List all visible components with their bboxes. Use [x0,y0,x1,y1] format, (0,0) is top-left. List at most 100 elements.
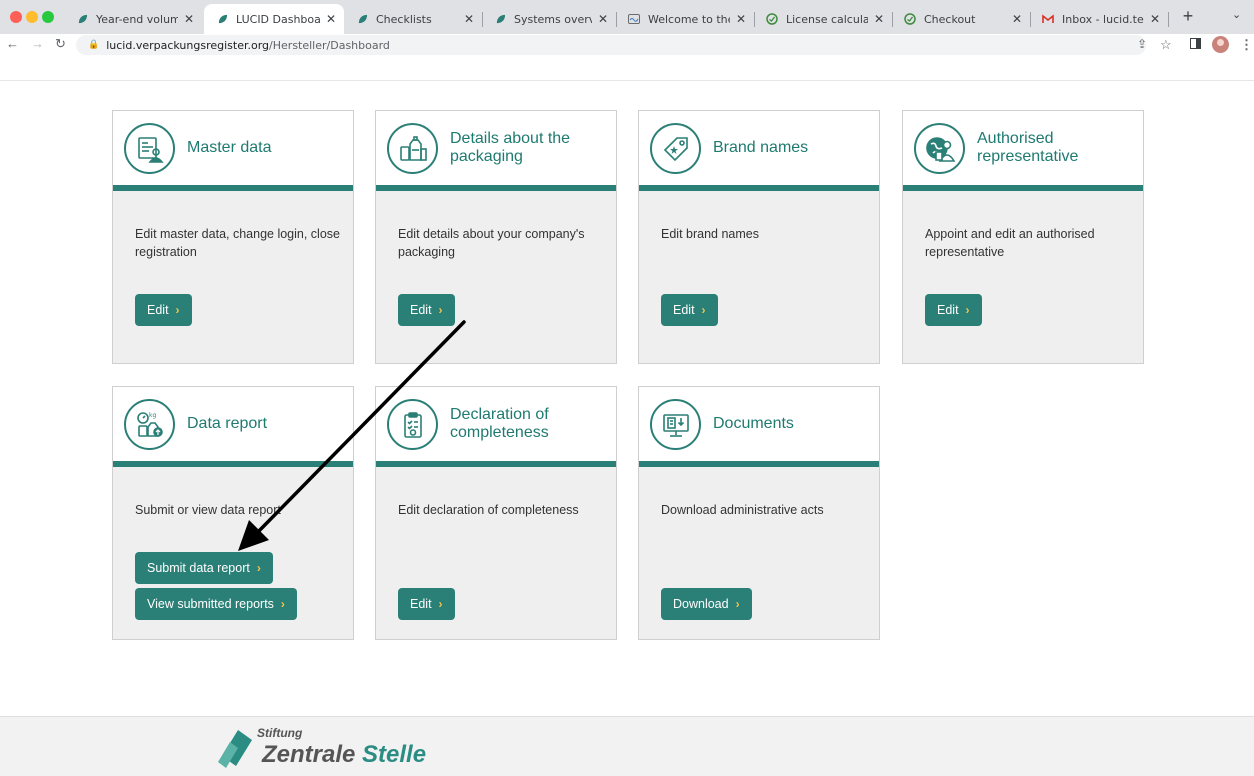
wave-icon [628,13,640,25]
reload-icon[interactable]: ↻ [55,36,66,52]
lucid-leaf-icon [76,13,88,25]
url-host: lucid.verpackungsregister.org [106,38,270,52]
card-data-report: kg Data report Submit or view data repor… [112,386,354,640]
side-panel-icon[interactable] [1190,37,1201,52]
chevron-right-icon: › [438,303,443,317]
close-tab-icon[interactable]: ✕ [326,12,336,26]
chevron-right-icon: › [438,597,443,611]
tab-title: Year-end volume repo [96,12,178,26]
card-declaration: Declaration of completeness Edit declara… [375,386,617,640]
chevron-right-icon: › [256,561,261,575]
edit-packaging-button[interactable]: Edit › [398,294,455,326]
card-accent-bar [113,185,353,191]
card-description: Edit master data, change login, close re… [135,227,340,259]
card-description: Appoint and edit an authorised represent… [925,227,1095,259]
representative-globe-icon [914,123,965,174]
packaging-icon [387,123,438,174]
bookmark-star-icon[interactable]: ☆ [1160,37,1172,53]
chevron-right-icon: › [280,597,285,611]
card-title: Master data [187,139,272,156]
url-path: /Hersteller/Dashboard [269,38,390,52]
documents-monitor-icon [650,399,701,450]
card-accent-bar [376,185,616,191]
master-data-icon [124,123,175,174]
card-description: Download administrative acts [661,503,824,517]
card-packaging: Details about the packaging Edit details… [375,110,617,364]
card-accent-bar [113,461,353,467]
card-accent-bar [376,461,616,467]
back-arrow-icon[interactable]: ← [6,36,19,51]
close-tab-icon[interactable]: ✕ [1012,12,1022,26]
gmail-icon [1042,13,1054,25]
card-authorised-representative: Authorised representative Appoint and ed… [902,110,1144,364]
card-accent-bar [903,185,1143,191]
close-window-icon[interactable] [10,11,22,23]
card-title: Authorised representative [977,130,1079,165]
close-tab-icon[interactable]: ✕ [874,12,884,26]
submit-data-report-button[interactable]: Submit data report › [135,552,273,584]
card-accent-bar [639,185,879,191]
address-bar-row: ← → ↻ 🔒 lucid.verpackungsregister.org/He… [0,34,1254,56]
lock-icon[interactable]: 🔒 [88,40,99,50]
page-footer [0,716,1254,776]
edit-master-data-button[interactable]: Edit › [135,294,192,326]
tab-title: License calculator [786,12,868,26]
share-icon[interactable]: ⇪ [1137,37,1147,51]
card-brand-names: Brand names Edit brand names Edit › [638,110,880,364]
tab-title: Welcome to the Bella [648,12,730,26]
browser-tab[interactable]: License calculator ✕ [754,4,892,34]
card-header: Documents [639,387,879,461]
close-tab-icon[interactable]: ✕ [464,12,474,26]
card-header: Brand names [639,111,879,185]
close-tab-icon[interactable]: ✕ [1150,12,1160,26]
data-report-scale-icon: kg [124,399,175,450]
lucid-leaf-icon [494,13,506,25]
forward-arrow-icon[interactable]: → [31,36,44,51]
download-documents-button[interactable]: Download › [661,588,752,620]
edit-brand-names-button[interactable]: Edit › [661,294,718,326]
maximize-window-icon[interactable] [42,11,54,23]
browser-tab-bar: Year-end volume repo ✕ LUCID Dashboard ✕… [0,0,1254,34]
card-header: Details about the packaging [376,111,616,185]
card-title: Declaration of completeness [450,406,549,441]
close-tab-icon[interactable]: ✕ [598,12,608,26]
card-description: Edit declaration of completeness [398,503,579,517]
card-title: Details about the packaging [450,130,571,165]
browser-tab[interactable]: Systems overview ✕ [482,4,616,34]
edit-representative-button[interactable]: Edit › [925,294,982,326]
browser-tab[interactable]: Checklists ✕ [344,4,482,34]
card-description: Edit brand names [661,227,759,241]
card-title: Documents [713,415,794,432]
browser-tab[interactable]: Year-end volume repo ✕ [64,4,202,34]
browser-tab-active[interactable]: LUCID Dashboard ✕ [204,4,344,34]
card-description: Submit or view data report [135,503,281,517]
svg-text:kg: kg [149,412,156,419]
profile-avatar[interactable] [1212,36,1229,53]
browser-tab[interactable]: Checkout ✕ [892,4,1030,34]
logo-text-small: Stiftung [257,726,303,740]
card-documents: Documents Download administrative acts D… [638,386,880,640]
new-tab-icon[interactable]: + [1177,6,1199,27]
card-header: kg Data report [113,387,353,461]
chevron-right-icon: › [965,303,970,317]
close-tab-icon[interactable]: ✕ [736,12,746,26]
chevron-right-icon: › [735,597,740,611]
chevron-right-icon: › [175,303,180,317]
edit-declaration-button[interactable]: Edit › [398,588,455,620]
green-circle-icon [904,13,916,25]
zentrale-stelle-logo-icon [218,730,252,768]
view-submitted-reports-button[interactable]: View submitted reports › [135,588,297,620]
green-circle-icon [766,13,778,25]
brand-tag-icon [650,123,701,174]
card-header: Declaration of completeness [376,387,616,461]
browser-tab[interactable]: Inbox - lucid.test.co@ ✕ [1030,4,1168,34]
tab-title: LUCID Dashboard [236,12,320,26]
browser-menu-icon[interactable]: ⋮ [1240,37,1253,53]
card-master-data: Master data Edit master data, change log… [112,110,354,364]
close-tab-icon[interactable]: ✕ [184,12,194,26]
tab-search-chevron-icon[interactable]: ⌄ [1232,8,1241,21]
chevron-right-icon: › [701,303,706,317]
browser-tab[interactable]: Welcome to the Bella ✕ [616,4,754,34]
minimize-window-icon[interactable] [26,11,38,23]
url-field[interactable]: 🔒 lucid.verpackungsregister.org/Herstell… [76,35,1146,55]
